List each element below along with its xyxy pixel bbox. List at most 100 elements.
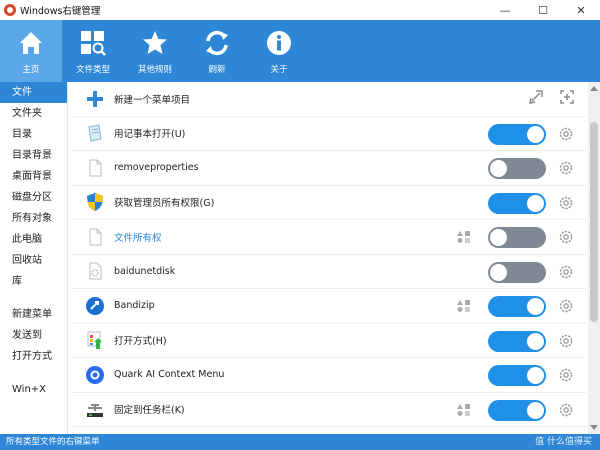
open-with-icon [84, 329, 106, 351]
sidebar-item-directory-background[interactable]: 目录背景 [0, 145, 67, 166]
bandizip-icon [84, 295, 106, 317]
menu-item-label: removeproperties [114, 162, 199, 174]
toolbar-refresh-button[interactable]: 刷新 [186, 20, 248, 82]
toggle-knob [527, 125, 544, 143]
sidebar-item-all-objects[interactable]: 所有对象 [0, 208, 67, 229]
sidebar-item-win-x[interactable]: Win+X [0, 379, 67, 400]
close-button[interactable]: ✕ [562, 0, 600, 20]
toggle-knob [490, 263, 507, 281]
scroll-down-arrow-icon[interactable] [588, 422, 600, 434]
watermark: 值 什么值得买 [535, 437, 592, 447]
main-toolbar: 主页 文件类型 其他规则 刷新 关于 [0, 20, 600, 82]
sidebar-item-directory[interactable]: 目录 [0, 124, 67, 145]
scroll-up-arrow-icon[interactable] [588, 82, 600, 94]
gear-icon[interactable] [558, 402, 574, 418]
vertical-scrollbar[interactable] [588, 82, 600, 434]
enable-toggle[interactable] [488, 296, 546, 317]
window-controls: — ☐ ✕ [486, 0, 600, 20]
sidebar-item-library[interactable]: 库 [0, 271, 67, 292]
maximize-button[interactable]: ☐ [524, 0, 562, 20]
status-text: 所有类型文件的右键菜单 [6, 437, 100, 447]
menu-item-row: Quark AI Context Menu [72, 358, 586, 393]
toggle-knob [527, 367, 544, 384]
new-menu-item-row[interactable]: 新建一个菜单项目 [72, 82, 586, 117]
toggle-knob [527, 332, 544, 350]
menu-item-label: 打开方式(H) [114, 336, 167, 348]
refresh-icon [200, 26, 234, 60]
enable-toggle[interactable] [488, 158, 546, 179]
gear-file-icon [84, 260, 106, 282]
sidebar-item-this-pc[interactable]: 此电脑 [0, 229, 67, 250]
gear-icon[interactable] [558, 126, 574, 142]
gear-icon[interactable] [558, 298, 574, 314]
sidebar-divider [0, 292, 67, 304]
toolbar-file-types-label: 文件类型 [75, 65, 110, 75]
menu-item-row: 获取管理员所有权限(G) [72, 186, 586, 220]
star-icon [138, 26, 172, 60]
info-icon [262, 26, 296, 60]
gear-icon[interactable] [558, 367, 574, 383]
toolbar-about-label: 关于 [270, 65, 288, 75]
scroll-thumb[interactable] [590, 122, 598, 322]
shapes-icon [456, 230, 472, 244]
gear-icon[interactable] [558, 160, 574, 176]
gear-icon[interactable] [558, 264, 574, 280]
menu-item-label: Bandizip [114, 300, 155, 312]
toolbar-other-rules-button[interactable]: 其他规则 [124, 20, 186, 82]
minimize-button[interactable]: — [486, 0, 524, 20]
shapes-icon [456, 403, 472, 417]
add-special-icon[interactable] [558, 88, 576, 106]
toggle-knob [527, 401, 544, 419]
menu-item-row: 用记事本打开(U) [72, 117, 586, 151]
menu-item-row: baidunetdisk [72, 255, 586, 289]
sidebar: 文件 文件夹 目录 目录背景 桌面背景 磁盘分区 所有对象 此电脑 回收站 库 … [0, 82, 68, 434]
toolbar-about-button[interactable]: 关于 [248, 20, 310, 82]
menu-item-row: 文件所有权 [72, 220, 586, 255]
toggle-knob [527, 298, 544, 315]
sidebar-item-file[interactable]: 文件 [0, 82, 67, 103]
sidebar-item-recycle-bin[interactable]: 回收站 [0, 250, 67, 271]
enable-toggle[interactable] [488, 123, 546, 145]
file-types-icon [76, 26, 110, 60]
menu-item-label: baidunetdisk [114, 265, 176, 277]
gear-icon[interactable] [558, 229, 574, 245]
menu-item-row: Bandizip [72, 289, 586, 324]
menu-item-label: 用记事本打开(U) [114, 129, 186, 141]
enable-toggle[interactable] [488, 227, 546, 248]
blank-file-icon [84, 226, 106, 248]
menu-item-row: 固定到任务栏(K) [72, 393, 586, 427]
plus-icon [84, 88, 106, 110]
new-menu-item-label: 新建一个菜单项目 [114, 94, 191, 106]
enable-toggle[interactable] [488, 365, 546, 386]
shapes-icon [456, 299, 472, 313]
menu-item-label: 获取管理员所有权限(G) [114, 198, 215, 210]
enable-toggle[interactable] [488, 192, 546, 214]
sidebar-item-send-to[interactable]: 发送到 [0, 325, 67, 346]
pin-rocket-icon[interactable] [527, 88, 545, 106]
gear-icon[interactable] [558, 333, 574, 349]
sidebar-item-desktop-background[interactable]: 桌面背景 [0, 166, 67, 187]
notepad-icon [84, 122, 106, 144]
sidebar-item-new-menu[interactable]: 新建菜单 [0, 304, 67, 325]
toggle-knob [490, 229, 507, 246]
menu-item-label[interactable]: 文件所有权 [114, 230, 162, 244]
toolbar-file-types-button[interactable]: 文件类型 [62, 20, 124, 82]
enable-toggle[interactable] [488, 261, 546, 283]
gear-icon[interactable] [558, 195, 574, 211]
menu-item-list: 新建一个菜单项目 用记事本打开(U) removeproperties 获取管理… [72, 82, 586, 434]
quark-icon [84, 364, 106, 386]
sidebar-item-drive[interactable]: 磁盘分区 [0, 187, 67, 208]
toggle-knob [527, 194, 544, 212]
menu-item-row: 打开方式(H) [72, 324, 586, 358]
menu-item-row: removeproperties [72, 151, 586, 186]
enable-toggle[interactable] [488, 330, 546, 352]
enable-toggle[interactable] [488, 399, 546, 421]
toggle-knob [490, 160, 507, 177]
sidebar-item-open-with[interactable]: 打开方式 [0, 346, 67, 367]
menu-item-label: 固定到任务栏(K) [114, 405, 185, 417]
sidebar-item-folder[interactable]: 文件夹 [0, 103, 67, 124]
toolbar-home-label: 主页 [22, 65, 40, 75]
pin-taskbar-icon [84, 398, 106, 420]
window-title: Windows右键管理 [20, 6, 101, 17]
toolbar-home-button[interactable]: 主页 [0, 20, 62, 82]
